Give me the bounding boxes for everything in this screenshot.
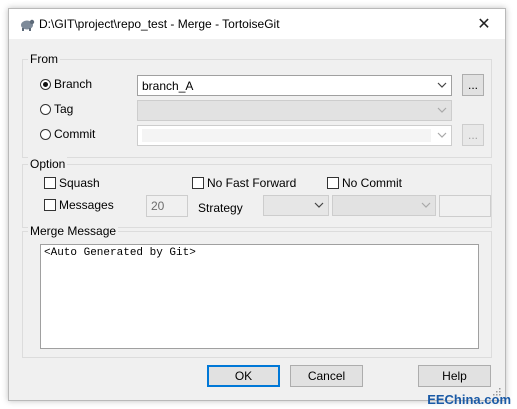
commit-radio-label: Commit <box>54 127 96 141</box>
merge-message-group: Merge Message <Auto Generated by Git> <box>22 224 492 358</box>
branch-browse-button[interactable]: ... <box>462 74 484 96</box>
strategy-label: Strategy <box>198 201 243 215</box>
squash-label: Squash <box>59 176 100 190</box>
no-commit-checkbox[interactable]: No Commit <box>327 176 402 190</box>
tag-radio-circle[interactable] <box>40 103 51 115</box>
merge-dialog: D:\GIT\project\repo_test - Merge - Torto… <box>8 8 506 401</box>
commit-browse-button[interactable]: ... <box>462 124 484 146</box>
strategy-option-combo[interactable] <box>332 195 436 216</box>
messages-label: Messages <box>59 198 114 212</box>
help-button[interactable]: Help <box>418 365 491 387</box>
no-commit-label: No Commit <box>342 176 403 190</box>
close-icon: ✕ <box>477 16 491 33</box>
branch-radio-circle[interactable] <box>40 78 51 90</box>
tortoisegit-icon <box>19 16 35 32</box>
no-commit-checkbox-box[interactable] <box>327 177 339 189</box>
messages-count-field[interactable]: 20 <box>146 195 188 217</box>
ok-button[interactable]: OK <box>207 365 280 387</box>
close-button[interactable]: ✕ <box>469 12 499 36</box>
chevron-down-icon <box>437 107 447 113</box>
from-group: From Branch branch_A ... Tag Commit ... <box>22 52 492 158</box>
commit-combo-inner <box>142 129 431 142</box>
tag-radio-label: Tag <box>54 102 74 116</box>
chevron-down-icon <box>421 202 431 208</box>
tag-radio[interactable]: Tag <box>40 102 73 116</box>
squash-checkbox-box[interactable] <box>44 177 56 189</box>
merge-message-textarea[interactable]: <Auto Generated by Git> <box>40 244 479 349</box>
from-group-label: From <box>28 52 60 66</box>
no-fast-forward-checkbox[interactable]: No Fast Forward <box>192 176 296 190</box>
no-fast-forward-label: No Fast Forward <box>207 176 297 190</box>
strategy-extra-field[interactable] <box>439 195 491 217</box>
branch-radio-label: Branch <box>54 77 93 91</box>
window-title: D:\GIT\project\repo_test - Merge - Torto… <box>39 17 280 31</box>
title-bar: D:\GIT\project\repo_test - Merge - Torto… <box>9 9 505 39</box>
option-group: Option Squash No Fast Forward No Commit … <box>22 157 492 228</box>
tag-combo[interactable] <box>137 100 452 121</box>
chevron-down-icon <box>314 202 324 208</box>
commit-radio-circle[interactable] <box>40 128 51 140</box>
strategy-combo[interactable] <box>263 195 329 216</box>
option-group-label: Option <box>28 157 68 171</box>
branch-combo-value: branch_A <box>142 79 194 93</box>
messages-checkbox-box[interactable] <box>44 199 56 211</box>
cancel-button[interactable]: Cancel <box>290 365 363 387</box>
branch-radio[interactable]: Branch <box>40 77 92 91</box>
messages-checkbox[interactable]: Messages <box>44 198 114 212</box>
chevron-down-icon <box>437 132 447 138</box>
merge-message-label: Merge Message <box>28 224 119 238</box>
commit-combo[interactable] <box>137 125 452 146</box>
branch-combo[interactable]: branch_A <box>137 75 452 96</box>
squash-checkbox[interactable]: Squash <box>44 176 100 190</box>
no-fast-forward-checkbox-box[interactable] <box>192 177 204 189</box>
commit-radio[interactable]: Commit <box>40 127 95 141</box>
chevron-down-icon <box>437 82 447 88</box>
watermark: EEChina.com <box>427 392 511 407</box>
